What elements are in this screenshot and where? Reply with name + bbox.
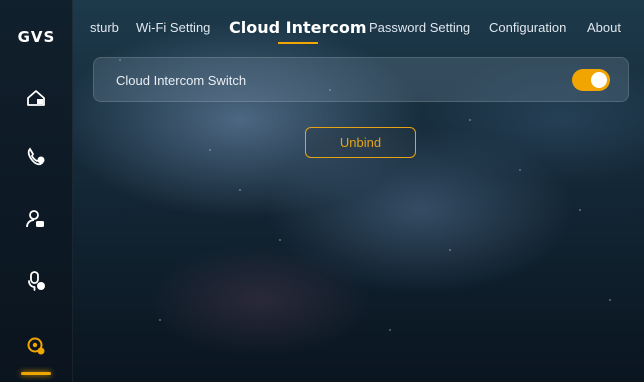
settings-gear-icon bbox=[24, 334, 48, 363]
toggle-knob bbox=[591, 72, 607, 88]
sidebar-item-microphone[interactable] bbox=[18, 265, 54, 301]
tab-wifi-setting[interactable]: Wi-Fi Setting bbox=[136, 0, 210, 56]
tab-do-not-disturb[interactable]: sturb bbox=[90, 0, 119, 56]
cloud-intercom-switch-row: Cloud Intercom Switch bbox=[93, 57, 629, 102]
cloud-intercom-switch-label: Cloud Intercom Switch bbox=[116, 73, 247, 88]
phone-call-icon bbox=[24, 145, 48, 174]
sidebar-item-call[interactable] bbox=[18, 141, 54, 177]
sidebar-item-user-camera[interactable] bbox=[18, 203, 54, 239]
tab-about[interactable]: About bbox=[587, 0, 621, 56]
microphone-settings-icon bbox=[24, 269, 48, 298]
sidebar-item-home[interactable] bbox=[18, 82, 54, 118]
tab-password-setting[interactable]: Password Setting bbox=[369, 0, 470, 56]
top-tab-bar: sturb Wi-Fi Setting Cloud Intercom Passw… bbox=[73, 0, 644, 56]
user-camera-icon bbox=[24, 207, 48, 236]
tab-cloud-intercom[interactable]: Cloud Intercom bbox=[229, 0, 367, 56]
sidebar-item-settings[interactable] bbox=[18, 330, 54, 375]
unbind-button[interactable]: Unbind bbox=[305, 127, 416, 158]
sidebar: GVS bbox=[0, 0, 73, 382]
home-icon bbox=[24, 86, 48, 115]
tab-configuration[interactable]: Configuration bbox=[489, 0, 566, 56]
gvs-logo: GVS bbox=[17, 28, 56, 46]
cloud-intercom-toggle[interactable] bbox=[572, 69, 610, 91]
